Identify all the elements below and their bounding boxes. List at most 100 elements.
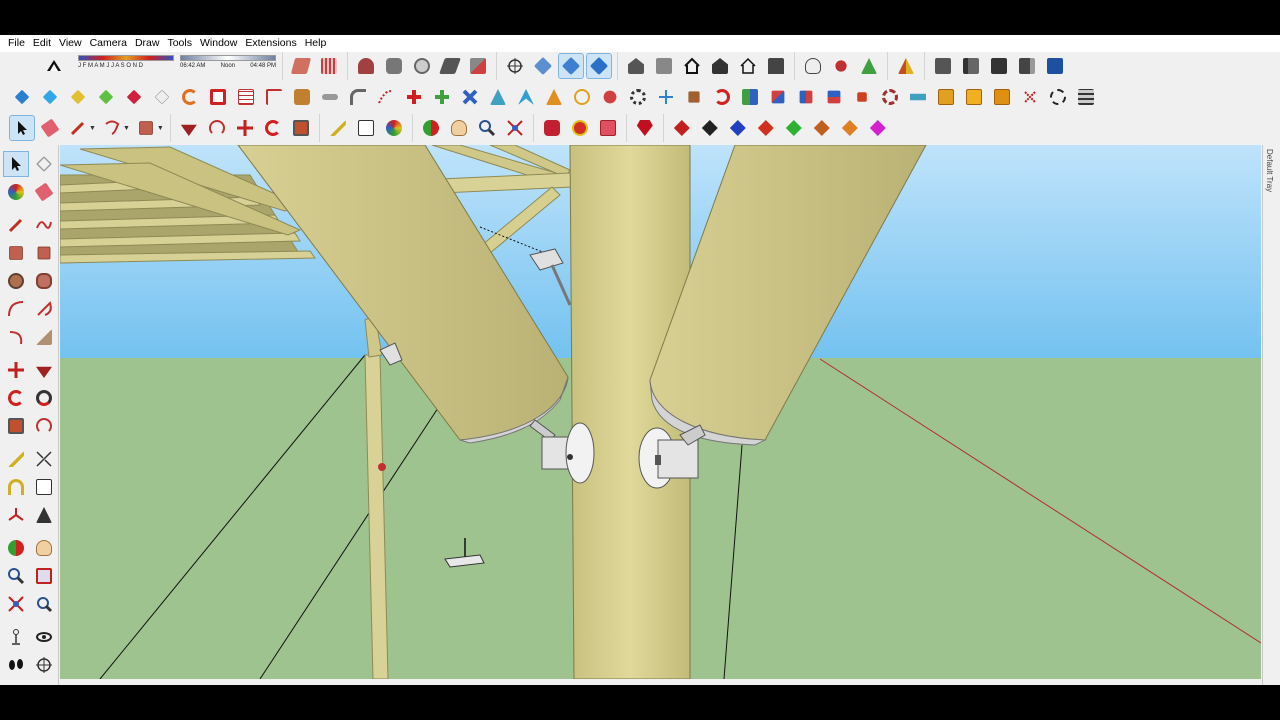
- scale-icon[interactable]: [289, 116, 313, 140]
- tape-tool-icon[interactable]: [4, 447, 28, 471]
- smoove-icon[interactable]: [354, 54, 378, 78]
- crate3-icon[interactable]: [990, 85, 1014, 109]
- wireframe-icon[interactable]: [857, 54, 881, 78]
- back-edges-icon[interactable]: [829, 54, 853, 78]
- split-icon[interactable]: [810, 116, 834, 140]
- triangle-icon[interactable]: [486, 85, 510, 109]
- orbit-icon[interactable]: [503, 54, 527, 78]
- menu-tools[interactable]: Tools: [163, 35, 196, 52]
- rectangle-icon[interactable]: [134, 116, 158, 140]
- menu-view[interactable]: View: [55, 35, 86, 52]
- move-blue-icon[interactable]: [654, 85, 678, 109]
- front-view-icon[interactable]: [586, 53, 612, 79]
- sandbox-from-scratch-icon[interactable]: [317, 54, 341, 78]
- offset-tool-icon[interactable]: [32, 414, 56, 438]
- select-tool-icon[interactable]: [3, 151, 29, 177]
- left-view-icon[interactable]: [736, 54, 760, 78]
- zoom-palette-icon[interactable]: [4, 564, 28, 588]
- blue-cube-icon[interactable]: [10, 85, 34, 109]
- red-face-icon[interactable]: [122, 85, 146, 109]
- x-red-icon[interactable]: [1018, 85, 1042, 109]
- arc3-tool-icon[interactable]: [4, 325, 28, 349]
- curve-icon[interactable]: [374, 85, 398, 109]
- freehand-tool-icon[interactable]: [32, 213, 56, 237]
- gear-icon[interactable]: [626, 85, 650, 109]
- circle-dash-icon[interactable]: [1046, 85, 1070, 109]
- cyan-cube-icon[interactable]: [38, 85, 62, 109]
- top-view-icon[interactable]: [558, 53, 584, 79]
- follow-me-icon[interactable]: [178, 85, 202, 109]
- lasso-icon[interactable]: [570, 85, 594, 109]
- arc-tool-icon[interactable]: [4, 297, 28, 321]
- home-view-icon[interactable]: [680, 54, 704, 78]
- iso-view-icon[interactable]: [531, 54, 555, 78]
- paint-icon[interactable]: [598, 85, 622, 109]
- zoom-extents-palette-icon[interactable]: [4, 592, 28, 616]
- styles-icon[interactable]: [42, 54, 66, 78]
- cube-split-icon[interactable]: [766, 85, 790, 109]
- select-icon[interactable]: [9, 115, 35, 141]
- share-icon[interactable]: [596, 116, 620, 140]
- subtract-icon[interactable]: [754, 116, 778, 140]
- sandbox-from-contours-icon[interactable]: [289, 54, 313, 78]
- dimension-tool-icon[interactable]: [32, 447, 56, 471]
- orbit-tool-icon[interactable]: [419, 116, 443, 140]
- menu-draw[interactable]: Draw: [131, 35, 164, 52]
- zoom-icon[interactable]: [475, 116, 499, 140]
- crate2-icon[interactable]: [962, 85, 986, 109]
- model-viewport[interactable]: [60, 145, 1261, 679]
- section-plane-icon[interactable]: [894, 54, 918, 78]
- date-gradient-bar[interactable]: [78, 55, 174, 61]
- offset-icon[interactable]: [205, 116, 229, 140]
- zoom-window-icon[interactable]: [32, 564, 56, 588]
- undo-red-icon[interactable]: [710, 85, 734, 109]
- red-dot-icon[interactable]: [850, 85, 874, 109]
- section-palette-icon[interactable]: [32, 653, 56, 677]
- joint-red-icon[interactable]: [822, 85, 846, 109]
- eraser-tool-icon[interactable]: [32, 180, 56, 204]
- text-tool-icon[interactable]: [32, 475, 56, 499]
- materials-icon[interactable]: [1015, 54, 1039, 78]
- push-pull-icon[interactable]: [177, 116, 201, 140]
- magenta-icon[interactable]: [866, 116, 890, 140]
- axes-tool-icon[interactable]: [4, 503, 28, 527]
- time-gradient-bar[interactable]: [180, 55, 276, 61]
- menu-help[interactable]: Help: [301, 35, 331, 52]
- menu-camera[interactable]: Camera: [86, 35, 131, 52]
- rotate-face-icon[interactable]: [514, 85, 538, 109]
- pan-icon[interactable]: [447, 116, 471, 140]
- arc-icon[interactable]: [346, 85, 370, 109]
- chart-icon[interactable]: [906, 85, 930, 109]
- wood-icon[interactable]: [290, 85, 314, 109]
- components-icon[interactable]: [987, 54, 1011, 78]
- joint-icon[interactable]: [794, 85, 818, 109]
- house-icon[interactable]: [764, 54, 788, 78]
- paint-bucket-icon[interactable]: [382, 116, 406, 140]
- flag-icon[interactable]: [262, 85, 286, 109]
- rotated-rect-icon[interactable]: [32, 241, 56, 265]
- component-tool-icon[interactable]: [32, 152, 56, 176]
- lasso-dropdown-icon[interactable]: ▼: [123, 125, 130, 132]
- shadow-time-slider[interactable]: 06:42 AM Noon 04:48 PM: [180, 55, 276, 77]
- stamp-icon[interactable]: [382, 54, 406, 78]
- grid-icon[interactable]: [234, 85, 258, 109]
- box-icon[interactable]: [682, 85, 706, 109]
- menu-file[interactable]: File: [4, 35, 29, 52]
- default-tray-tab[interactable]: Default Tray: [1262, 145, 1280, 685]
- white-face-icon[interactable]: [150, 85, 174, 109]
- walk-icon[interactable]: [4, 653, 28, 677]
- intersect-icon[interactable]: [726, 116, 750, 140]
- extension-red-icon[interactable]: [568, 116, 592, 140]
- pencil-dropdown-icon[interactable]: ▼: [89, 125, 96, 132]
- eraser-icon[interactable]: [38, 116, 62, 140]
- outer-shell-icon[interactable]: [838, 116, 862, 140]
- zoom-extents-icon[interactable]: [503, 116, 527, 140]
- entity-info-icon[interactable]: [1043, 54, 1067, 78]
- component-icon[interactable]: [738, 85, 762, 109]
- cross-icon[interactable]: [402, 85, 426, 109]
- green-face-icon[interactable]: [94, 85, 118, 109]
- look-around-icon[interactable]: [32, 625, 56, 649]
- snowflake-icon[interactable]: [878, 85, 902, 109]
- menu-extensions[interactable]: Extensions: [241, 35, 300, 52]
- previous-view-icon[interactable]: [32, 592, 56, 616]
